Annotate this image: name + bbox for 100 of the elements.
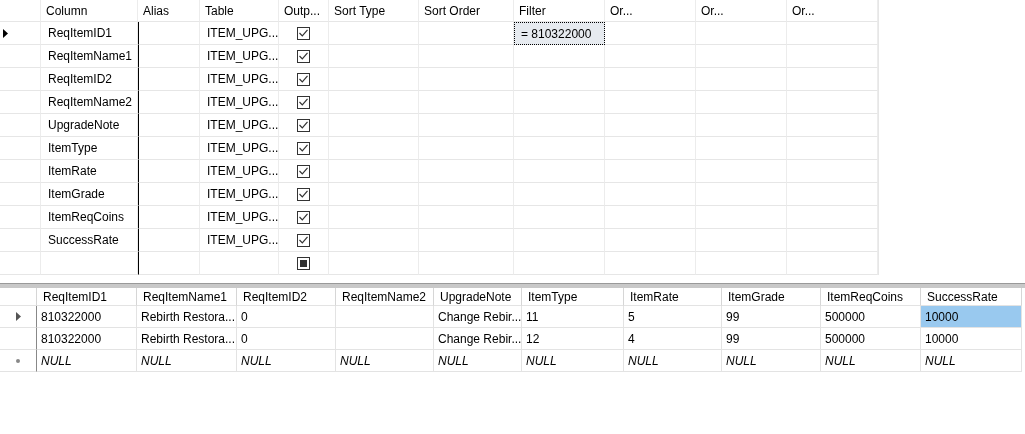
column-header[interactable]: Alias — [138, 0, 200, 22]
table-cell — [138, 45, 200, 68]
table-cell: Rebirth Restora... — [137, 306, 237, 328]
table-cell: Change Rebir... — [434, 328, 522, 350]
column-header[interactable]: Filter — [514, 0, 605, 22]
table-cell[interactable] — [514, 183, 605, 206]
table-cell: NULL — [336, 350, 434, 372]
table-cell: ITEM_UPG... — [200, 45, 279, 68]
table-cell[interactable] — [514, 45, 605, 68]
output-checkbox[interactable] — [297, 141, 310, 155]
table-cell[interactable] — [514, 252, 605, 275]
table-cell: ITEM_UPG... — [200, 91, 279, 114]
table-cell: NULL — [921, 350, 1022, 372]
table-cell[interactable] — [514, 160, 605, 183]
table-cell[interactable] — [514, 137, 605, 160]
table-cell: UpgradeNote — [41, 114, 138, 137]
table-cell — [138, 252, 200, 275]
table-cell: 10000 — [921, 306, 1022, 328]
column-header[interactable]: ItemGrade — [722, 288, 821, 306]
table-cell: ITEM_UPG... — [200, 183, 279, 206]
row-header[interactable] — [0, 306, 37, 328]
table-cell: ReqItemID1 — [41, 22, 138, 45]
table-cell: NULL — [434, 350, 522, 372]
column-header[interactable]: ReqItemID2 — [237, 288, 336, 306]
column-header[interactable]: Sort Type — [329, 0, 419, 22]
table-cell: NULL — [722, 350, 821, 372]
table-cell — [138, 91, 200, 114]
table-cell: ITEM_UPG... — [200, 206, 279, 229]
table-cell — [138, 114, 200, 137]
output-checkbox[interactable] — [297, 72, 310, 86]
output-checkbox[interactable] — [297, 187, 310, 201]
table-cell: 0 — [237, 306, 336, 328]
table-cell[interactable]: = 810322000 — [514, 22, 605, 45]
column-header[interactable]: ReqItemID1 — [37, 288, 137, 306]
table-cell: NULL — [624, 350, 722, 372]
output-checkbox[interactable] — [297, 164, 310, 178]
table-cell: ITEM_UPG... — [200, 229, 279, 252]
table-cell[interactable] — [514, 114, 605, 137]
table-cell[interactable] — [514, 229, 605, 252]
table-cell — [138, 160, 200, 183]
table-cell[interactable] — [514, 206, 605, 229]
table-cell[interactable] — [514, 68, 605, 91]
column-header[interactable]: UpgradeNote — [434, 288, 522, 306]
table-cell: 11 — [522, 306, 624, 328]
table-cell: 0 — [237, 328, 336, 350]
column-header[interactable]: Table — [200, 0, 279, 22]
output-checkbox[interactable] — [297, 95, 310, 109]
table-cell: ReqItemName2 — [41, 91, 138, 114]
table-cell: NULL — [237, 350, 336, 372]
table-cell: 810322000 — [37, 328, 137, 350]
table-cell: ItemRate — [41, 160, 138, 183]
column-header[interactable]: Outp... — [279, 0, 329, 22]
table-cell: ITEM_UPG... — [200, 22, 279, 45]
column-header[interactable]: Or... — [605, 0, 696, 22]
column-header[interactable]: ReqItemName1 — [137, 288, 237, 306]
column-header[interactable]: Or... — [696, 0, 787, 22]
table-cell: ITEM_UPG... — [200, 68, 279, 91]
table-cell: ITEM_UPG... — [200, 137, 279, 160]
table-cell[interactable] — [514, 91, 605, 114]
table-cell: ItemReqCoins — [41, 206, 138, 229]
table-cell: 810322000 — [37, 306, 137, 328]
new-row-icon — [16, 358, 20, 363]
column-header[interactable]: ItemType — [522, 288, 624, 306]
table-cell: 12 — [522, 328, 624, 350]
output-checkbox[interactable] — [297, 118, 310, 132]
table-cell: SuccessRate — [41, 229, 138, 252]
column-header[interactable]: ItemRate — [624, 288, 722, 306]
column-header[interactable]: ReqItemName2 — [336, 288, 434, 306]
table-cell: NULL — [522, 350, 624, 372]
output-checkbox[interactable] — [297, 49, 310, 63]
table-cell — [138, 183, 200, 206]
table-cell: NULL — [137, 350, 237, 372]
table-cell: Rebirth Restora... — [137, 328, 237, 350]
table-cell — [138, 229, 200, 252]
table-cell: ReqItemName1 — [41, 45, 138, 68]
table-cell — [138, 22, 200, 45]
table-cell: 99 — [722, 328, 821, 350]
column-header[interactable]: Or... — [787, 0, 878, 22]
table-cell: ITEM_UPG... — [200, 114, 279, 137]
table-cell: ItemType — [41, 137, 138, 160]
table-cell: 500000 — [821, 328, 921, 350]
current-row-icon — [15, 312, 21, 321]
table-cell: ITEM_UPG... — [200, 160, 279, 183]
column-header[interactable]: ItemReqCoins — [821, 288, 921, 306]
column-header[interactable]: Column — [41, 0, 138, 22]
table-cell — [138, 206, 200, 229]
output-checkbox[interactable] — [297, 210, 310, 224]
table-cell: Change Rebir... — [434, 306, 522, 328]
current-row-icon — [3, 28, 8, 38]
table-cell: NULL — [821, 350, 921, 372]
table-cell — [138, 68, 200, 91]
output-checkbox[interactable] — [297, 256, 310, 270]
output-checkbox[interactable] — [297, 233, 310, 247]
table-cell: NULL — [37, 350, 137, 372]
table-cell: 4 — [624, 328, 722, 350]
column-header[interactable]: Sort Order — [419, 0, 514, 22]
table-cell: ReqItemID2 — [41, 68, 138, 91]
table-cell: 99 — [722, 306, 821, 328]
output-checkbox[interactable] — [297, 26, 310, 40]
table-cell: ItemGrade — [41, 183, 138, 206]
